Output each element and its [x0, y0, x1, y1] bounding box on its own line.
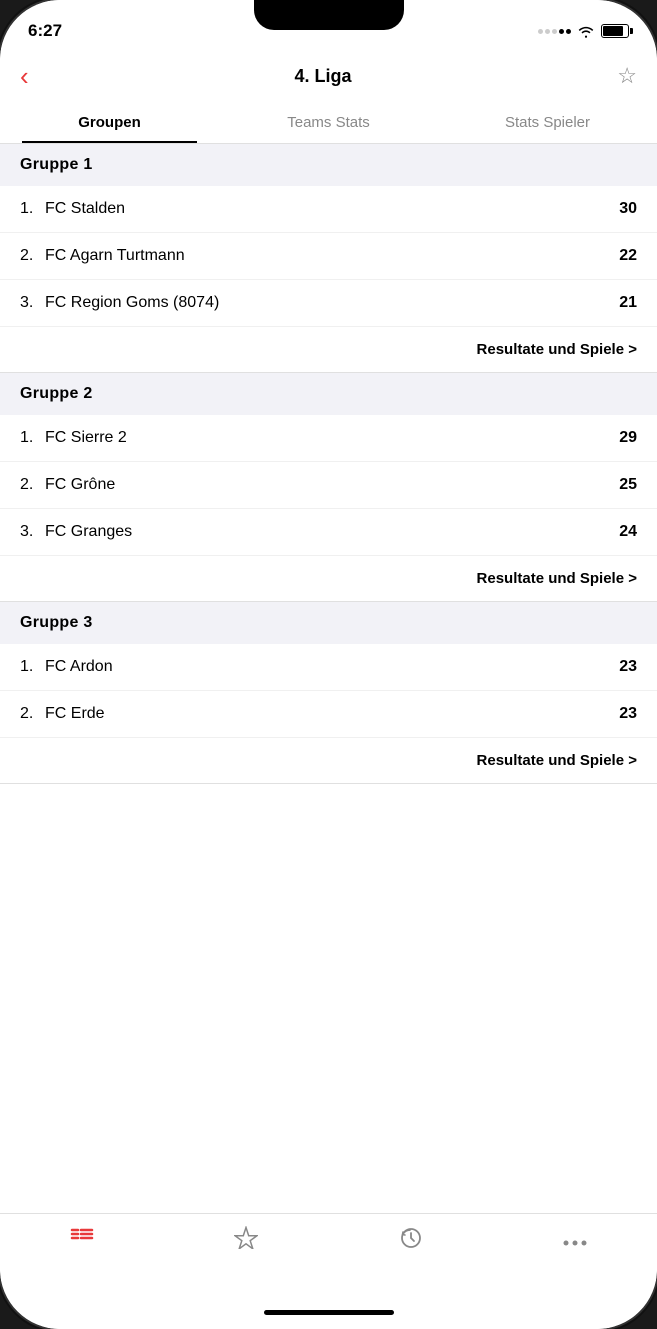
- team-rank: 2.: [20, 247, 45, 265]
- battery-icon: [601, 24, 629, 38]
- tab-groupen[interactable]: Groupen: [0, 102, 219, 143]
- table-row[interactable]: 2.FC Grône25: [0, 462, 657, 509]
- battery-fill: [603, 26, 623, 36]
- battery-tip: [630, 28, 633, 34]
- tab-bar: Groupen Teams Stats Stats Spieler: [0, 102, 657, 144]
- team-score: 25: [619, 476, 637, 494]
- group-header-1: Gruppe 1: [0, 144, 657, 186]
- signal-dot-5: [566, 29, 571, 34]
- phone-frame: 6:27: [0, 0, 657, 1329]
- team-name: FC Erde: [45, 705, 619, 723]
- table-row[interactable]: 1.FC Ardon23: [0, 644, 657, 691]
- team-name: FC Agarn Turtmann: [45, 247, 619, 265]
- list-icon: [70, 1226, 94, 1254]
- signal-dot-1: [538, 29, 543, 34]
- home-indicator: [0, 1295, 657, 1329]
- team-name: FC Grône: [45, 476, 619, 494]
- content-area: Gruppe 11.FC Stalden302.FC Agarn Turtman…: [0, 144, 657, 1213]
- nav-header: ‹ 4. Liga ☆: [0, 50, 657, 102]
- team-score: 21: [619, 294, 637, 312]
- history-icon: [399, 1226, 423, 1256]
- team-name: FC Granges: [45, 523, 619, 541]
- star-icon: [234, 1226, 258, 1255]
- team-name: FC Sierre 2: [45, 429, 619, 447]
- team-rank: 3.: [20, 294, 45, 312]
- team-score: 24: [619, 523, 637, 541]
- home-bar: [264, 1310, 394, 1315]
- team-score: 23: [619, 705, 637, 723]
- tab-teams-stats[interactable]: Teams Stats: [219, 102, 438, 143]
- resultate-link-text: Resultate und Spiele >: [477, 570, 637, 587]
- team-score: 22: [619, 247, 637, 265]
- team-score: 23: [619, 658, 637, 676]
- more-icon: [563, 1226, 587, 1252]
- group-header-3: Gruppe 3: [0, 602, 657, 644]
- wifi-icon: [577, 25, 595, 38]
- table-row[interactable]: 3.FC Region Goms (8074)21: [0, 280, 657, 327]
- team-name: FC Stalden: [45, 200, 619, 218]
- resultate-link-1[interactable]: Resultate und Spiele >: [0, 327, 657, 373]
- resultate-link-text: Resultate und Spiele >: [477, 341, 637, 358]
- phone-screen: 6:27: [0, 0, 657, 1329]
- tab-stats-spieler[interactable]: Stats Spieler: [438, 102, 657, 143]
- team-name: FC Ardon: [45, 658, 619, 676]
- favorite-button[interactable]: ☆: [617, 63, 637, 89]
- team-score: 30: [619, 200, 637, 218]
- signal-dot-3: [552, 29, 557, 34]
- bottom-tab-more[interactable]: [545, 1226, 605, 1252]
- table-row[interactable]: 2.FC Erde23: [0, 691, 657, 738]
- signal-dot-4: [559, 29, 564, 34]
- group-header-2: Gruppe 2: [0, 373, 657, 415]
- bottom-tab-history[interactable]: [381, 1226, 441, 1256]
- resultate-link-text: Resultate und Spiele >: [477, 752, 637, 769]
- table-row[interactable]: 2.FC Agarn Turtmann22: [0, 233, 657, 280]
- table-row[interactable]: 1.FC Stalden30: [0, 186, 657, 233]
- page-title: 4. Liga: [294, 66, 351, 87]
- bottom-tab-bar: [0, 1213, 657, 1295]
- signal-dots: [538, 29, 571, 34]
- team-rank: 3.: [20, 523, 45, 541]
- team-score: 29: [619, 429, 637, 447]
- notch: [254, 0, 404, 30]
- team-rank: 1.: [20, 658, 45, 676]
- bottom-tab-list[interactable]: [52, 1226, 112, 1254]
- table-row[interactable]: 1.FC Sierre 229: [0, 415, 657, 462]
- team-name: FC Region Goms (8074): [45, 294, 619, 312]
- signal-dot-2: [545, 29, 550, 34]
- status-time: 6:27: [28, 21, 62, 41]
- team-rank: 2.: [20, 705, 45, 723]
- resultate-link-3[interactable]: Resultate und Spiele >: [0, 738, 657, 784]
- back-button[interactable]: ‹: [20, 61, 29, 92]
- team-rank: 2.: [20, 476, 45, 494]
- resultate-link-2[interactable]: Resultate und Spiele >: [0, 556, 657, 602]
- table-row[interactable]: 3.FC Granges24: [0, 509, 657, 556]
- bottom-tab-favorites[interactable]: [216, 1226, 276, 1255]
- status-icons: [538, 24, 629, 38]
- team-rank: 1.: [20, 429, 45, 447]
- team-rank: 1.: [20, 200, 45, 218]
